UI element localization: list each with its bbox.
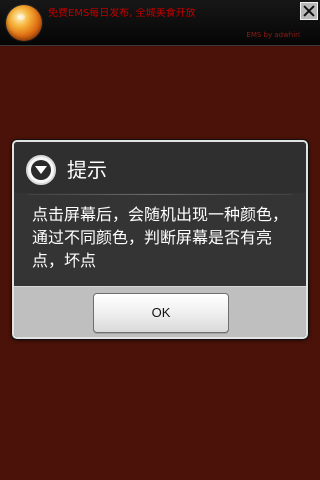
alert-dialog: 提示 点击屏幕后，会随机出现一种颜色，通过不同颜色，判断屏幕是否有亮点，坏点 O… (12, 140, 308, 339)
ad-banner[interactable]: 免费EMS每日发布, 全城美食开放 EMS by adwhirl (0, 0, 320, 46)
logo-shine (17, 14, 25, 20)
close-icon[interactable] (300, 2, 318, 20)
screen: 免费EMS每日发布, 全城美食开放 EMS by adwhirl 提示 点击屏幕… (0, 0, 320, 480)
dialog-divider (28, 194, 292, 195)
down-arrow-circle-icon (26, 155, 56, 185)
ok-button[interactable]: OK (93, 293, 229, 333)
ad-text: 免费EMS每日发布, 全城美食开放 (48, 8, 196, 19)
orange-logo-icon (6, 5, 42, 41)
dialog-title: 提示 (67, 158, 107, 182)
icon-inner (31, 160, 51, 180)
ad-subtext: EMS by adwhirl (246, 31, 300, 39)
dialog-button-bar: OK (14, 286, 306, 337)
dialog-header: 提示 (14, 142, 306, 193)
down-arrow-icon (35, 166, 47, 174)
dialog-message: 点击屏幕后，会随机出现一种颜色，通过不同颜色，判断屏幕是否有亮点，坏点 (32, 205, 289, 270)
